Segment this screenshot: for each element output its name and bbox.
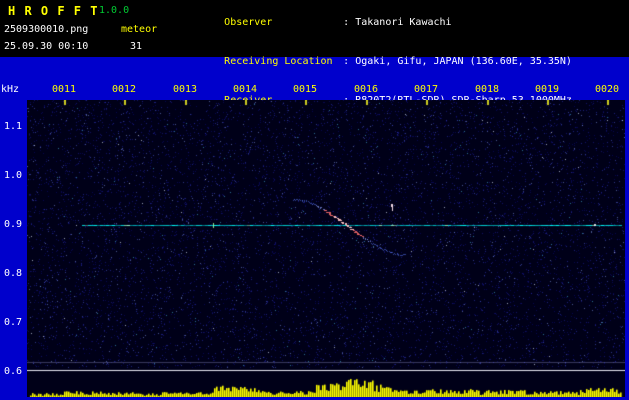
freq-label: 1.1 [3, 121, 22, 132]
freq-label: 0.9 [3, 219, 22, 230]
header: H R O F F T 1.0.0 2509300010.png meteor … [0, 0, 629, 145]
time-label: 0018 [474, 84, 500, 95]
echo-count: 31 [130, 41, 143, 52]
time-label: 0016 [353, 84, 379, 95]
freq-label: 0.7 [3, 317, 22, 328]
hrofft-window: H R O F F T 1.0.0 2509300010.png meteor … [0, 0, 629, 400]
time-label: 0013 [172, 84, 198, 95]
app-title: H R O F F T [8, 4, 99, 18]
observation-datetime: 25.09.30 00:10 [4, 41, 89, 52]
time-label: 0014 [232, 84, 258, 95]
freq-label: 1.0 [3, 170, 22, 181]
freq-label: 0.6 [3, 366, 22, 377]
time-label: 0019 [534, 84, 560, 95]
info-row-location: Receiving Location : Ogaki, Gifu, JAPAN (… [176, 42, 572, 81]
time-label: 0012 [111, 84, 137, 95]
time-label: 0011 [51, 84, 77, 95]
freq-unit-label: kHz [1, 84, 20, 95]
time-label: 0015 [292, 84, 318, 95]
info-value: : Takanori Kawachi [343, 17, 452, 28]
spectrogram-canvas [27, 100, 625, 397]
time-label: 0017 [413, 84, 439, 95]
mode-label: meteor [121, 24, 158, 35]
info-label: Observer [224, 17, 273, 28]
info-row-observer: Observer : Takanori Kawachi [176, 3, 572, 42]
time-label: 0020 [594, 84, 620, 95]
output-filename: 2509300010.png [4, 24, 89, 35]
app-version: 1.0.0 [99, 5, 130, 16]
info-label: Receiving Location [224, 56, 333, 67]
info-value: : Ogaki, Gifu, JAPAN (136.60E, 35.35N) [343, 56, 572, 67]
freq-label: 0.8 [3, 268, 22, 279]
